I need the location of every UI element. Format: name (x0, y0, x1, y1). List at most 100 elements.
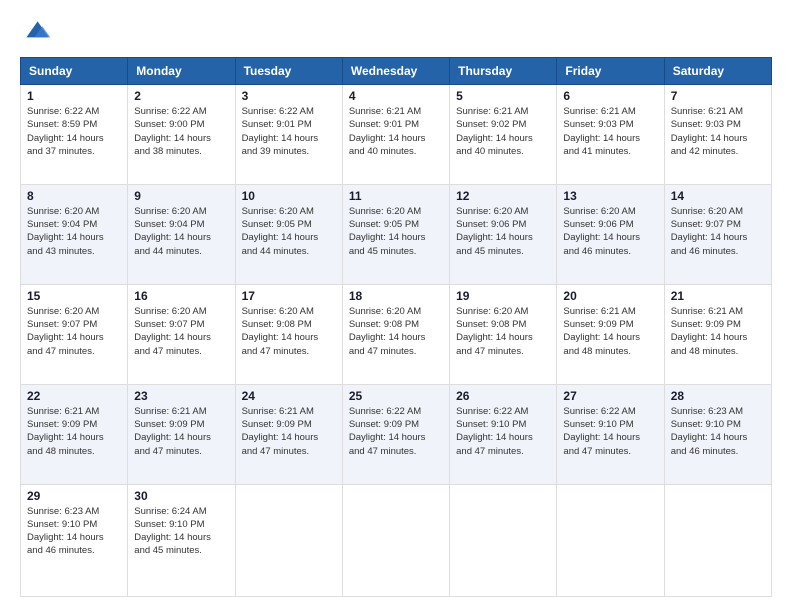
day-info: Sunrise: 6:20 AM Sunset: 9:08 PM Dayligh… (349, 305, 443, 358)
calendar-cell (342, 484, 449, 596)
calendar-week-2: 8 Sunrise: 6:20 AM Sunset: 9:04 PM Dayli… (21, 184, 772, 284)
day-number: 10 (242, 189, 336, 203)
day-info: Sunrise: 6:21 AM Sunset: 9:03 PM Dayligh… (563, 105, 657, 158)
day-header-tuesday: Tuesday (235, 58, 342, 85)
day-number: 8 (27, 189, 121, 203)
calendar-cell: 24 Sunrise: 6:21 AM Sunset: 9:09 PM Dayl… (235, 384, 342, 484)
day-header-thursday: Thursday (450, 58, 557, 85)
day-number: 4 (349, 89, 443, 103)
calendar-cell: 8 Sunrise: 6:20 AM Sunset: 9:04 PM Dayli… (21, 184, 128, 284)
calendar-week-4: 22 Sunrise: 6:21 AM Sunset: 9:09 PM Dayl… (21, 384, 772, 484)
day-info: Sunrise: 6:20 AM Sunset: 9:05 PM Dayligh… (349, 205, 443, 258)
calendar-cell: 18 Sunrise: 6:20 AM Sunset: 9:08 PM Dayl… (342, 284, 449, 384)
calendar-cell: 4 Sunrise: 6:21 AM Sunset: 9:01 PM Dayli… (342, 85, 449, 185)
calendar-week-3: 15 Sunrise: 6:20 AM Sunset: 9:07 PM Dayl… (21, 284, 772, 384)
day-number: 30 (134, 489, 228, 503)
day-number: 5 (456, 89, 550, 103)
day-number: 18 (349, 289, 443, 303)
calendar-cell: 30 Sunrise: 6:24 AM Sunset: 9:10 PM Dayl… (128, 484, 235, 596)
calendar-cell: 16 Sunrise: 6:20 AM Sunset: 9:07 PM Dayl… (128, 284, 235, 384)
header (20, 15, 772, 47)
day-info: Sunrise: 6:23 AM Sunset: 9:10 PM Dayligh… (27, 505, 121, 558)
day-info: Sunrise: 6:20 AM Sunset: 9:07 PM Dayligh… (671, 205, 765, 258)
calendar-cell: 23 Sunrise: 6:21 AM Sunset: 9:09 PM Dayl… (128, 384, 235, 484)
day-info: Sunrise: 6:21 AM Sunset: 9:09 PM Dayligh… (563, 305, 657, 358)
day-number: 16 (134, 289, 228, 303)
calendar-cell (557, 484, 664, 596)
day-number: 21 (671, 289, 765, 303)
calendar-cell: 28 Sunrise: 6:23 AM Sunset: 9:10 PM Dayl… (664, 384, 771, 484)
day-header-saturday: Saturday (664, 58, 771, 85)
day-info: Sunrise: 6:22 AM Sunset: 9:10 PM Dayligh… (563, 405, 657, 458)
day-number: 15 (27, 289, 121, 303)
day-info: Sunrise: 6:21 AM Sunset: 9:09 PM Dayligh… (671, 305, 765, 358)
day-info: Sunrise: 6:21 AM Sunset: 9:09 PM Dayligh… (27, 405, 121, 458)
day-number: 22 (27, 389, 121, 403)
calendar-cell: 26 Sunrise: 6:22 AM Sunset: 9:10 PM Dayl… (450, 384, 557, 484)
calendar-cell: 19 Sunrise: 6:20 AM Sunset: 9:08 PM Dayl… (450, 284, 557, 384)
day-info: Sunrise: 6:20 AM Sunset: 9:07 PM Dayligh… (27, 305, 121, 358)
day-info: Sunrise: 6:22 AM Sunset: 9:10 PM Dayligh… (456, 405, 550, 458)
day-number: 12 (456, 189, 550, 203)
day-info: Sunrise: 6:22 AM Sunset: 9:09 PM Dayligh… (349, 405, 443, 458)
calendar-cell (664, 484, 771, 596)
logo (20, 15, 58, 47)
day-header-sunday: Sunday (21, 58, 128, 85)
calendar-body: 1 Sunrise: 6:22 AM Sunset: 8:59 PM Dayli… (21, 85, 772, 597)
day-info: Sunrise: 6:22 AM Sunset: 9:00 PM Dayligh… (134, 105, 228, 158)
day-info: Sunrise: 6:20 AM Sunset: 9:05 PM Dayligh… (242, 205, 336, 258)
calendar-cell: 3 Sunrise: 6:22 AM Sunset: 9:01 PM Dayli… (235, 85, 342, 185)
calendar-cell: 5 Sunrise: 6:21 AM Sunset: 9:02 PM Dayli… (450, 85, 557, 185)
day-number: 11 (349, 189, 443, 203)
calendar-cell: 10 Sunrise: 6:20 AM Sunset: 9:05 PM Dayl… (235, 184, 342, 284)
day-number: 17 (242, 289, 336, 303)
day-number: 1 (27, 89, 121, 103)
day-number: 2 (134, 89, 228, 103)
day-header-wednesday: Wednesday (342, 58, 449, 85)
day-info: Sunrise: 6:21 AM Sunset: 9:03 PM Dayligh… (671, 105, 765, 158)
calendar-cell: 29 Sunrise: 6:23 AM Sunset: 9:10 PM Dayl… (21, 484, 128, 596)
calendar-week-1: 1 Sunrise: 6:22 AM Sunset: 8:59 PM Dayli… (21, 85, 772, 185)
day-number: 9 (134, 189, 228, 203)
calendar-cell: 6 Sunrise: 6:21 AM Sunset: 9:03 PM Dayli… (557, 85, 664, 185)
day-number: 27 (563, 389, 657, 403)
day-header-friday: Friday (557, 58, 664, 85)
day-number: 19 (456, 289, 550, 303)
day-info: Sunrise: 6:22 AM Sunset: 9:01 PM Dayligh… (242, 105, 336, 158)
calendar-cell (235, 484, 342, 596)
calendar-cell: 22 Sunrise: 6:21 AM Sunset: 9:09 PM Dayl… (21, 384, 128, 484)
day-number: 3 (242, 89, 336, 103)
day-number: 28 (671, 389, 765, 403)
logo-icon (20, 15, 52, 47)
day-header-monday: Monday (128, 58, 235, 85)
day-number: 14 (671, 189, 765, 203)
day-info: Sunrise: 6:21 AM Sunset: 9:01 PM Dayligh… (349, 105, 443, 158)
calendar-cell: 11 Sunrise: 6:20 AM Sunset: 9:05 PM Dayl… (342, 184, 449, 284)
calendar-cell: 20 Sunrise: 6:21 AM Sunset: 9:09 PM Dayl… (557, 284, 664, 384)
day-number: 23 (134, 389, 228, 403)
day-info: Sunrise: 6:20 AM Sunset: 9:04 PM Dayligh… (134, 205, 228, 258)
calendar-cell: 7 Sunrise: 6:21 AM Sunset: 9:03 PM Dayli… (664, 85, 771, 185)
calendar-cell: 21 Sunrise: 6:21 AM Sunset: 9:09 PM Dayl… (664, 284, 771, 384)
day-info: Sunrise: 6:21 AM Sunset: 9:09 PM Dayligh… (242, 405, 336, 458)
day-info: Sunrise: 6:21 AM Sunset: 9:02 PM Dayligh… (456, 105, 550, 158)
day-info: Sunrise: 6:20 AM Sunset: 9:08 PM Dayligh… (456, 305, 550, 358)
day-number: 7 (671, 89, 765, 103)
day-info: Sunrise: 6:20 AM Sunset: 9:04 PM Dayligh… (27, 205, 121, 258)
calendar-cell: 25 Sunrise: 6:22 AM Sunset: 9:09 PM Dayl… (342, 384, 449, 484)
day-number: 25 (349, 389, 443, 403)
day-number: 20 (563, 289, 657, 303)
day-info: Sunrise: 6:24 AM Sunset: 9:10 PM Dayligh… (134, 505, 228, 558)
day-number: 29 (27, 489, 121, 503)
page: SundayMondayTuesdayWednesdayThursdayFrid… (0, 0, 792, 612)
calendar-cell: 14 Sunrise: 6:20 AM Sunset: 9:07 PM Dayl… (664, 184, 771, 284)
day-number: 6 (563, 89, 657, 103)
calendar-cell: 9 Sunrise: 6:20 AM Sunset: 9:04 PM Dayli… (128, 184, 235, 284)
day-info: Sunrise: 6:20 AM Sunset: 9:07 PM Dayligh… (134, 305, 228, 358)
calendar-cell: 13 Sunrise: 6:20 AM Sunset: 9:06 PM Dayl… (557, 184, 664, 284)
calendar-cell: 2 Sunrise: 6:22 AM Sunset: 9:00 PM Dayli… (128, 85, 235, 185)
day-info: Sunrise: 6:20 AM Sunset: 9:06 PM Dayligh… (456, 205, 550, 258)
calendar-table: SundayMondayTuesdayWednesdayThursdayFrid… (20, 57, 772, 597)
calendar-cell: 17 Sunrise: 6:20 AM Sunset: 9:08 PM Dayl… (235, 284, 342, 384)
calendar-cell: 12 Sunrise: 6:20 AM Sunset: 9:06 PM Dayl… (450, 184, 557, 284)
